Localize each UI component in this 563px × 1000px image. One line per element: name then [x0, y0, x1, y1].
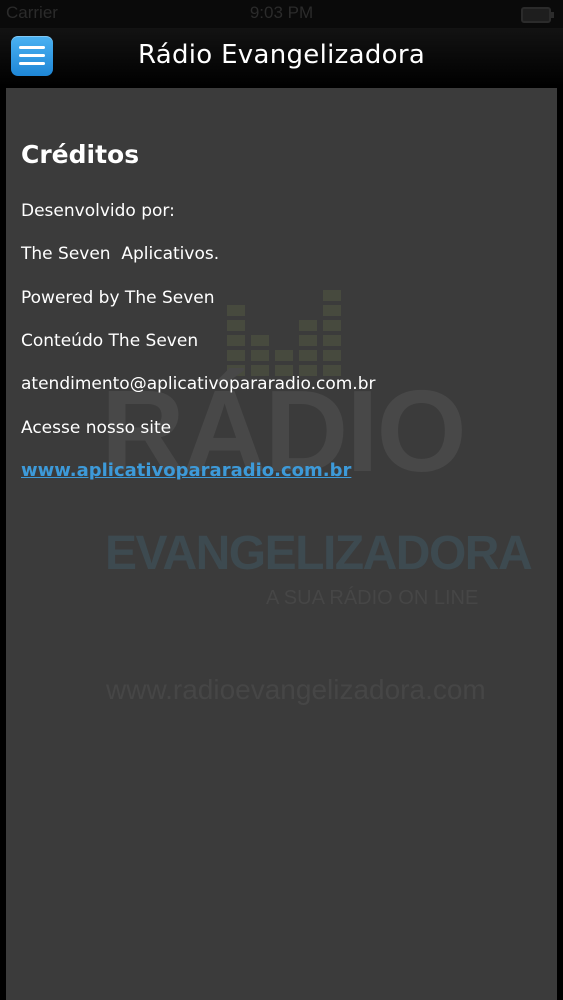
credits-line: Desenvolvido por: — [21, 201, 175, 221]
credits-line: Conteúdo The Seven — [21, 331, 199, 351]
watermark-slogan: A SUA RÁDIO ON LINE — [266, 587, 479, 609]
content-panel[interactable]: RÁDIO EVANGELIZADORA A SUA RÁDIO ON LINE… — [6, 88, 557, 1000]
battery-icon — [521, 7, 554, 23]
page-title: Rádio Evangelizadora — [137, 40, 426, 70]
clock: 9:03 PM — [249, 3, 314, 22]
credits-line: Powered by The Seven — [21, 288, 215, 308]
radio-logo-watermark: RÁDIO EVANGELIZADORA A SUA RÁDIO ON LINE… — [6, 88, 557, 1000]
navigation-bar: Rádio Evangelizadora — [0, 28, 563, 86]
status-bar: Carrier 9:03 PM — [0, 0, 563, 28]
credits-line: Acesse nosso site — [21, 418, 172, 438]
watermark-site: www.radioevangelizadora.com — [106, 674, 486, 705]
credits-line: The Seven Aplicativos. — [21, 244, 220, 264]
website-link[interactable]: www.aplicativopararadio.com.br — [21, 460, 351, 481]
credits-heading: Créditos — [21, 140, 140, 169]
watermark-evangelizadora: EVANGELIZADORA — [105, 527, 533, 580]
contact-email: atendimento@aplicativopararadio.com.br — [21, 374, 376, 394]
